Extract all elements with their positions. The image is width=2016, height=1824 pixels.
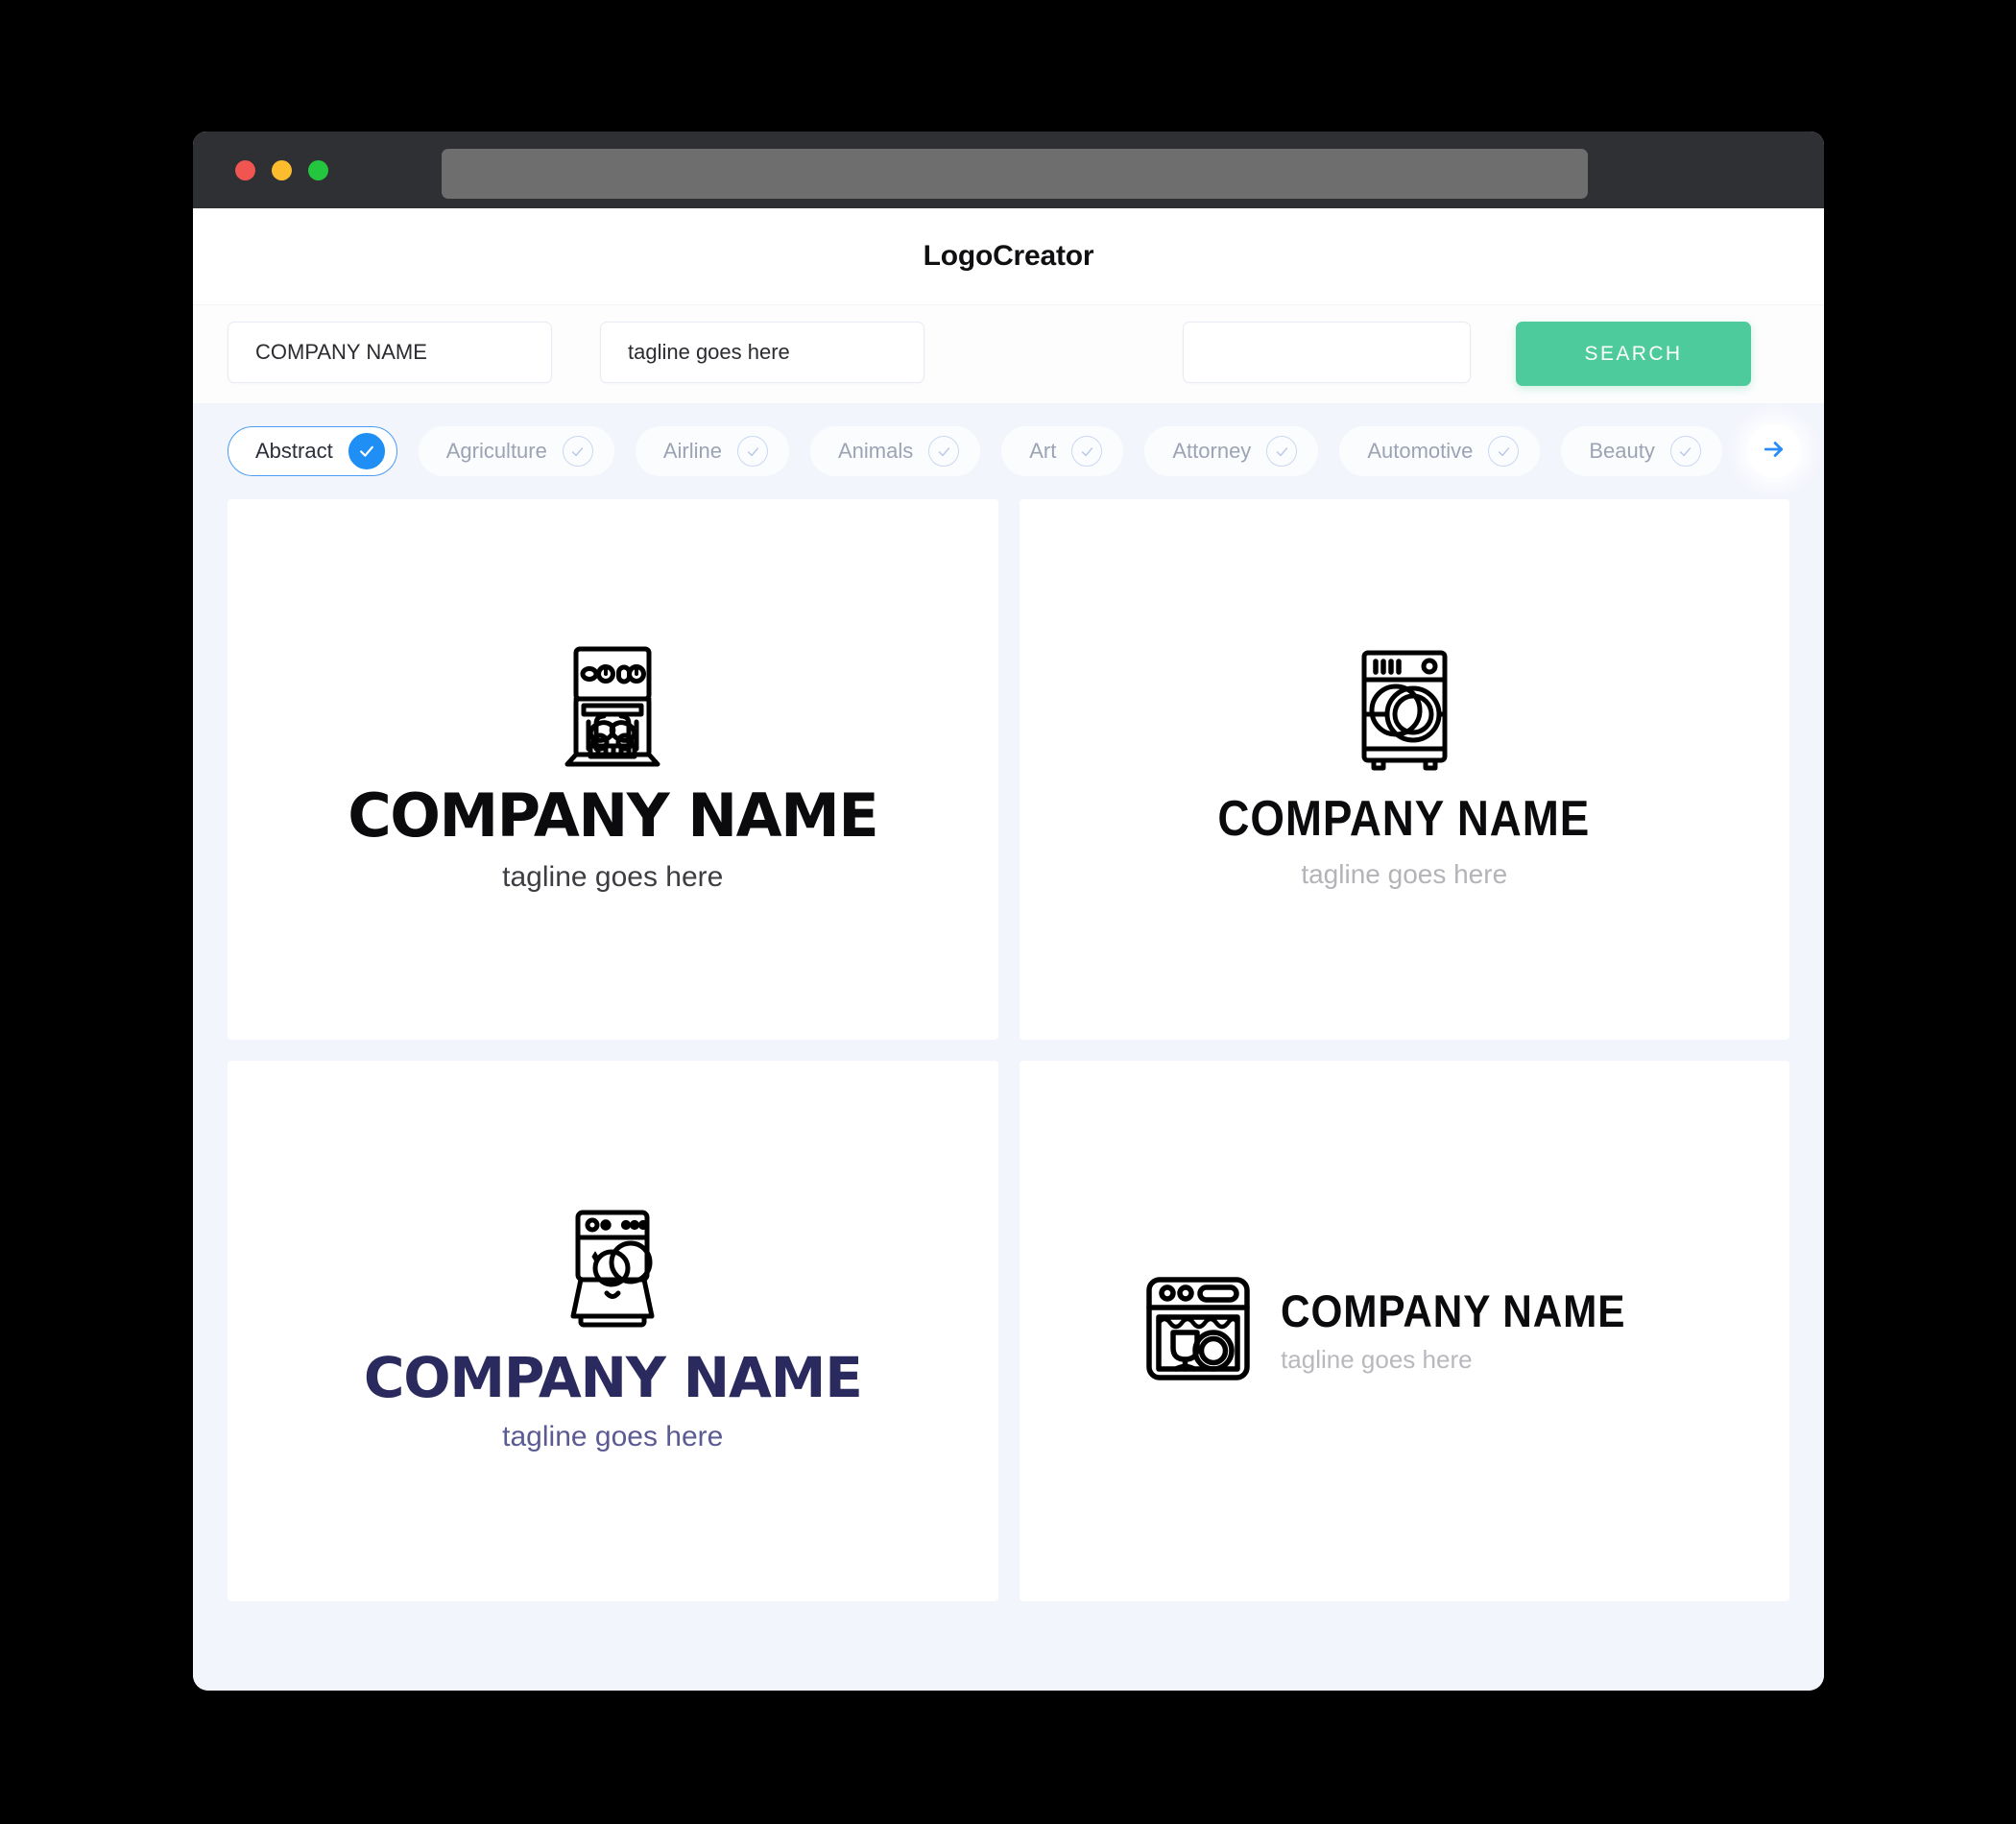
check-outline-icon[interactable] [1071,436,1103,467]
category-chip-label: Animals [838,439,914,463]
app-title: LogoCreator [923,240,1094,272]
category-chip-label: Airline [662,439,722,463]
search-button[interactable]: SEARCH [1516,322,1751,386]
check-filled-icon[interactable] [348,433,385,469]
browser-url-bar[interactable] [442,149,1588,199]
logo-text-block: COMPANY NAME tagline goes here [1281,1288,1664,1375]
app-header: LogoCreator [193,208,1824,304]
logo-tagline: tagline goes here [502,861,724,893]
category-chip-label: Automotive [1367,439,1474,463]
category-chip-beauty[interactable]: Beauty [1561,426,1722,476]
logo-preview: COMPANY NAME tagline goes here [363,1209,863,1453]
check-outline-icon[interactable] [928,436,960,467]
close-window-button[interactable] [235,159,255,180]
open-dishwasher-with-dish-rack-icon [552,645,673,773]
category-filter-bar: Abstract Agriculture Airline Animals Art Atto… [193,403,1824,499]
search-toolbar: COMPANY NAME tagline goes here SEARCH [193,304,1824,403]
category-chip-agriculture[interactable]: Agriculture [418,426,614,476]
logo-company-name: COMPANY NAME [363,1345,863,1410]
browser-titlebar [193,132,1824,208]
logo-company-name: COMPANY NAME [348,780,878,851]
front-load-dishwasher-with-plates-icon [1351,649,1458,777]
logo-tagline: tagline goes here [1281,1344,1473,1374]
category-chip-abstract[interactable]: Abstract [228,426,397,476]
check-outline-icon[interactable] [1669,436,1701,467]
logo-preview: COMPANY NAME tagline goes here [1144,1275,1664,1387]
check-outline-icon[interactable] [737,436,768,467]
check-outline-icon[interactable] [1488,436,1520,467]
logo-preview: COMPANY NAME tagline goes here [348,645,879,894]
category-chip-label: Beauty [1589,439,1655,463]
logo-tagline: tagline goes here [1301,859,1508,889]
dishwasher-with-glass-and-plate-icon [1144,1275,1252,1387]
screenshot-stage: LogoCreator COMPANY NAME tagline goes he… [0,0,2016,1824]
arrow-right-icon [1762,437,1787,467]
category-chip-art[interactable]: Art [1001,426,1124,476]
check-outline-icon[interactable] [562,436,593,467]
category-chip-label: Abstract [255,439,333,463]
logo-tagline: tagline goes here [502,1421,724,1452]
logo-company-name: COMPANY NAME [1281,1284,1626,1336]
logo-results-grid: COMPANY NAME tagline goes here COMPANY N… [193,499,1824,1691]
tagline-input[interactable]: tagline goes here [600,322,924,383]
category-chip-label: Art [1029,439,1057,463]
category-chip-label: Attorney [1172,439,1252,463]
browser-window: LogoCreator COMPANY NAME tagline goes he… [193,132,1824,1691]
logo-card[interactable]: COMPANY NAME tagline goes here [1019,1061,1789,1601]
category-chip-attorney[interactable]: Attorney [1144,426,1319,476]
category-chip-airline[interactable]: Airline [635,426,789,476]
traffic-light-buttons [235,159,328,180]
category-chip-animals[interactable]: Animals [810,426,981,476]
category-chip-automotive[interactable]: Automotive [1339,426,1541,476]
logo-company-name: COMPANY NAME [1217,791,1591,847]
categories-next-button[interactable] [1747,424,1801,478]
check-outline-icon[interactable] [1266,436,1298,467]
company-name-input[interactable]: COMPANY NAME [228,322,552,383]
logo-preview: COMPANY NAME tagline goes here [1192,649,1616,890]
logo-card[interactable]: COMPANY NAME tagline goes here [1019,499,1789,1040]
keyword-input[interactable] [1183,322,1471,383]
logo-card[interactable]: COMPANY NAME tagline goes here [228,499,998,1040]
dishwasher-open-door-with-plates-icon [556,1209,669,1334]
minimize-window-button[interactable] [272,159,292,180]
maximize-window-button[interactable] [308,159,328,180]
logo-card[interactable]: COMPANY NAME tagline goes here [228,1061,998,1601]
category-chip-label: Agriculture [445,439,547,463]
